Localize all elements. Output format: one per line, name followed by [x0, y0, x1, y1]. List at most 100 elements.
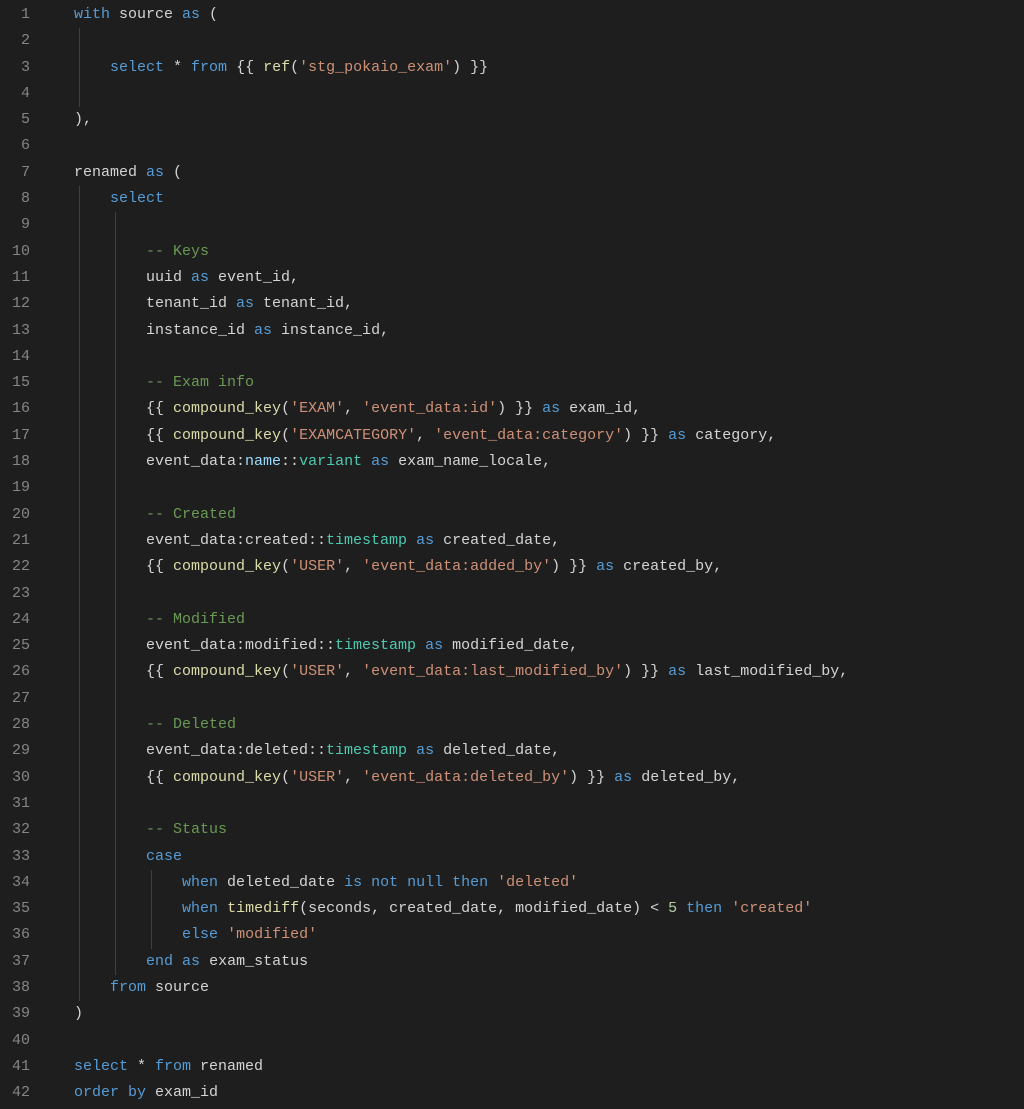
- token-str: 'created': [731, 900, 812, 917]
- line-number: 17: [0, 423, 48, 449]
- token-kw: as: [371, 453, 389, 470]
- code-line[interactable]: [52, 1028, 1024, 1054]
- code-line[interactable]: {{ compound_key('USER', 'event_data:adde…: [52, 554, 1024, 580]
- token-dim: ) }}: [569, 769, 614, 786]
- token-dim: renamed: [191, 1058, 263, 1075]
- code-line[interactable]: renamed as (: [52, 160, 1024, 186]
- code-line[interactable]: [52, 344, 1024, 370]
- code-line[interactable]: ),: [52, 107, 1024, 133]
- code-line[interactable]: order by exam_id: [52, 1080, 1024, 1106]
- code-line[interactable]: {{ compound_key('EXAM', 'event_data:id')…: [52, 396, 1024, 422]
- token-dim: deleted_date,: [434, 742, 560, 759]
- code-line[interactable]: else 'modified': [52, 922, 1024, 948]
- line-number: 5: [0, 107, 48, 133]
- line-number: 20: [0, 502, 48, 528]
- token-kw: as: [542, 400, 560, 417]
- code-line[interactable]: [52, 686, 1024, 712]
- line-number: 12: [0, 291, 48, 317]
- code-line[interactable]: {{ compound_key('USER', 'event_data:last…: [52, 659, 1024, 685]
- token-kw: else: [182, 926, 218, 943]
- code-line[interactable]: [52, 212, 1024, 238]
- code-line[interactable]: -- Created: [52, 502, 1024, 528]
- token-kw: as: [254, 322, 272, 339]
- token-str: 'event_data:last_modified_by': [362, 663, 623, 680]
- token-dim: deleted_by,: [632, 769, 740, 786]
- line-number: 11: [0, 265, 48, 291]
- token-str: 'event_data:deleted_by': [362, 769, 569, 786]
- code-line[interactable]: select: [52, 186, 1024, 212]
- token-dim: exam_name_locale,: [389, 453, 551, 470]
- line-number: 18: [0, 449, 48, 475]
- token-dim: {{: [227, 59, 263, 76]
- code-line[interactable]: -- Status: [52, 817, 1024, 843]
- token-dim: ): [74, 1005, 83, 1022]
- token-dim: created_by,: [614, 558, 722, 575]
- code-line[interactable]: [52, 28, 1024, 54]
- token-dim: [407, 532, 416, 549]
- token-dim: [74, 821, 146, 838]
- code-line[interactable]: event_data:deleted::timestamp as deleted…: [52, 738, 1024, 764]
- code-line[interactable]: {{ compound_key('EXAMCATEGORY', 'event_d…: [52, 423, 1024, 449]
- code-line[interactable]: -- Exam info: [52, 370, 1024, 396]
- token-dim: tenant_id: [74, 295, 236, 312]
- token-dim: *: [128, 1058, 155, 1075]
- line-number: 13: [0, 318, 48, 344]
- code-line[interactable]: case: [52, 844, 1024, 870]
- token-dim: (: [281, 663, 290, 680]
- code-editor[interactable]: 1234567891011121314151617181920212223242…: [0, 0, 1024, 1106]
- code-line[interactable]: event_data:modified::timestamp as modifi…: [52, 633, 1024, 659]
- code-line[interactable]: tenant_id as tenant_id,: [52, 291, 1024, 317]
- code-line[interactable]: when deleted_date is not null then 'dele…: [52, 870, 1024, 896]
- code-line[interactable]: with source as (: [52, 2, 1024, 28]
- code-line[interactable]: event_data:created::timestamp as created…: [52, 528, 1024, 554]
- token-dim: ,: [344, 400, 362, 417]
- token-kw: when: [182, 874, 218, 891]
- code-line[interactable]: select * from renamed: [52, 1054, 1024, 1080]
- code-area[interactable]: with source as ( select * from {{ ref('s…: [52, 2, 1024, 1106]
- code-line[interactable]: [52, 581, 1024, 607]
- token-kw: as: [614, 769, 632, 786]
- token-kw: select: [74, 1058, 128, 1075]
- code-line[interactable]: -- Keys: [52, 239, 1024, 265]
- code-line[interactable]: uuid as event_id,: [52, 265, 1024, 291]
- token-dim: (: [290, 59, 299, 76]
- token-kw: as: [596, 558, 614, 575]
- line-number: 32: [0, 817, 48, 843]
- code-line[interactable]: {{ compound_key('USER', 'event_data:dele…: [52, 765, 1024, 791]
- line-number: 23: [0, 581, 48, 607]
- token-fn: compound_key: [173, 663, 281, 680]
- code-line[interactable]: [52, 791, 1024, 817]
- code-line[interactable]: [52, 81, 1024, 107]
- code-line[interactable]: instance_id as instance_id,: [52, 318, 1024, 344]
- token-dim: instance_id,: [272, 322, 389, 339]
- code-line[interactable]: when timediff(seconds, created_date, mod…: [52, 896, 1024, 922]
- line-number: 25: [0, 633, 48, 659]
- token-dim: event_data:created::: [74, 532, 326, 549]
- token-dim: [173, 953, 182, 970]
- code-line[interactable]: [52, 133, 1024, 159]
- line-number: 3: [0, 55, 48, 81]
- token-dim: ,: [344, 769, 362, 786]
- line-number: 26: [0, 659, 48, 685]
- code-line[interactable]: ): [52, 1001, 1024, 1027]
- code-line[interactable]: select * from {{ ref('stg_pokaio_exam') …: [52, 55, 1024, 81]
- token-dim: renamed: [74, 164, 146, 181]
- code-line[interactable]: event_data:name::variant as exam_name_lo…: [52, 449, 1024, 475]
- token-kw: as: [416, 532, 434, 549]
- token-str: 'modified': [227, 926, 317, 943]
- token-dim: source: [146, 979, 209, 996]
- token-dim: exam_id,: [560, 400, 641, 417]
- token-dim: ) }}: [623, 663, 668, 680]
- code-line[interactable]: [52, 475, 1024, 501]
- code-line[interactable]: -- Deleted: [52, 712, 1024, 738]
- token-str: 'stg_pokaio_exam': [299, 59, 452, 76]
- code-line[interactable]: from source: [52, 975, 1024, 1001]
- indent-guide: [79, 186, 80, 1001]
- token-dim: last_modified_by,: [686, 663, 848, 680]
- token-str: 'event_data:id': [362, 400, 497, 417]
- code-line[interactable]: end as exam_status: [52, 949, 1024, 975]
- line-number: 33: [0, 844, 48, 870]
- code-line[interactable]: -- Modified: [52, 607, 1024, 633]
- token-dim: [416, 637, 425, 654]
- token-dim: [74, 926, 182, 943]
